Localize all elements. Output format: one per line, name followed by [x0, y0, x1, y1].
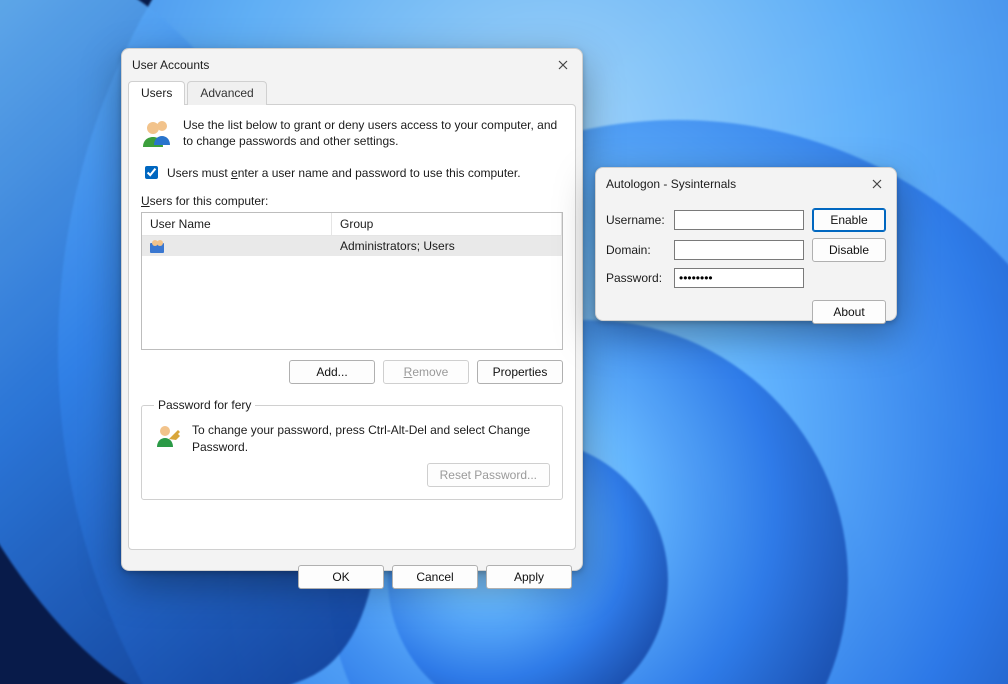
password-instruction: To change your password, press Ctrl-Alt-… [192, 422, 550, 454]
reset-password-button: Reset Password... [427, 463, 550, 487]
table-row[interactable]: Administrators; Users [142, 236, 562, 256]
domain-label: Domain: [606, 243, 666, 257]
users-table[interactable]: User Name Group Administrators; Users [141, 212, 563, 350]
enable-button[interactable]: Enable [812, 208, 886, 232]
tab-advanced[interactable]: Advanced [187, 81, 266, 105]
add-button[interactable]: Add... [289, 360, 375, 384]
password-label: Password: [606, 271, 666, 285]
password-group: Password for fery To change your passwor… [141, 398, 563, 499]
domain-input[interactable] [674, 240, 804, 260]
remove-button: Remove [383, 360, 469, 384]
cell-group: Administrators; Users [332, 236, 562, 256]
close-icon [558, 60, 568, 70]
key-user-icon [154, 422, 182, 450]
users-icon [141, 117, 173, 149]
cancel-button[interactable]: Cancel [392, 565, 478, 589]
username-input[interactable] [674, 210, 804, 230]
column-header-group[interactable]: Group [332, 213, 562, 236]
window-title: Autologon - Sysinternals [606, 177, 736, 191]
properties-button[interactable]: Properties [477, 360, 563, 384]
column-header-username[interactable]: User Name [142, 213, 332, 236]
apply-button[interactable]: Apply [486, 565, 572, 589]
password-group-legend: Password for fery [154, 398, 255, 412]
window-title: User Accounts [132, 58, 209, 72]
autologon-window: Autologon - Sysinternals Username: Enabl… [595, 167, 897, 321]
ok-button[interactable]: OK [298, 565, 384, 589]
close-button[interactable] [868, 175, 886, 193]
user-row-icon [150, 239, 166, 253]
require-login-checkbox[interactable] [145, 166, 158, 179]
password-input[interactable] [674, 268, 804, 288]
require-login-label[interactable]: Users must enter a user name and passwor… [167, 166, 521, 180]
tab-users[interactable]: Users [128, 81, 185, 105]
user-accounts-window: User Accounts Users Advanced Use the lis… [121, 48, 583, 571]
close-button[interactable] [554, 56, 572, 74]
intro-text: Use the list below to grant or deny user… [183, 117, 563, 149]
close-icon [872, 179, 882, 189]
about-button[interactable]: About [812, 300, 886, 324]
disable-button[interactable]: Disable [812, 238, 886, 262]
users-list-label: Users for this computer: [141, 194, 563, 208]
username-label: Username: [606, 213, 666, 227]
